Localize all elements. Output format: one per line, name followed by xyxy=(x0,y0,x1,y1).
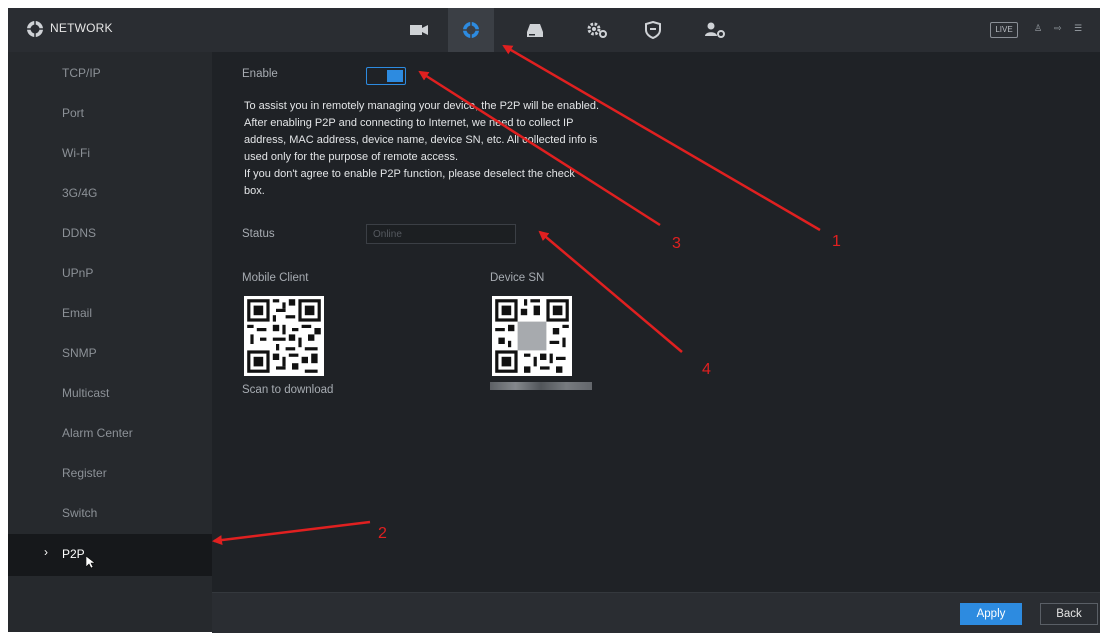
sidebar-item-label: 3G/4G xyxy=(62,186,98,200)
tab-settings[interactable] xyxy=(574,8,620,52)
sidebar-item-label: Email xyxy=(62,306,93,320)
sidebar-item-upnp[interactable]: UPnP xyxy=(8,254,212,294)
sidebar-item-email[interactable]: Email xyxy=(8,294,212,334)
device-sn-label: Device SN xyxy=(490,272,545,284)
top-bar: NETWORK LIVE ♙ ⇨ ☰ xyxy=(8,8,1100,52)
sidebar-item-label: DDNS xyxy=(62,226,97,240)
tab-camera[interactable] xyxy=(396,8,442,52)
enable-toggle[interactable] xyxy=(366,67,406,85)
description-line: address, MAC address, device name, devic… xyxy=(244,134,598,146)
sidebar-item-label: SNMP xyxy=(62,346,97,360)
description-line: To assist you in remotely managing your … xyxy=(244,100,600,112)
toggle-knob xyxy=(387,70,403,82)
sidebar-item-p2p[interactable]: › P2P xyxy=(8,534,212,576)
page-title: NETWORK xyxy=(50,21,113,35)
storage-icon xyxy=(527,24,543,37)
tab-network[interactable] xyxy=(448,8,494,52)
logout-icon[interactable]: ⇨ xyxy=(1054,23,1062,34)
tab-security[interactable] xyxy=(630,8,676,52)
sidebar-item-ddns[interactable]: DDNS xyxy=(8,214,212,254)
user-icon[interactable]: ♙ xyxy=(1034,23,1042,34)
sidebar-item-label: Switch xyxy=(62,506,98,520)
sidebar: TCP/IP Port Wi-Fi 3G/4G DDNS UPnP Email … xyxy=(8,52,212,632)
network-icon xyxy=(463,22,479,38)
sidebar-item-label: Wi-Fi xyxy=(62,146,90,160)
mouse-cursor-icon xyxy=(86,556,95,569)
p2p-description: To assist you in remotely managing your … xyxy=(244,98,664,200)
description-line: After enabling P2P and connecting to Int… xyxy=(244,117,574,129)
security-shield-icon xyxy=(645,21,661,39)
bottom-bar: Apply Back xyxy=(212,592,1100,633)
sidebar-item-label: P2P xyxy=(62,547,85,561)
sidebar-item-wifi[interactable]: Wi-Fi xyxy=(8,134,212,174)
app-window: NETWORK LIVE ♙ ⇨ ☰ TCP/IP Port Wi-Fi 3G/… xyxy=(8,8,1100,633)
sidebar-item-tcpip[interactable]: TCP/IP xyxy=(8,54,212,94)
tab-storage[interactable] xyxy=(512,8,558,52)
device-sn-value-blurred xyxy=(490,382,592,390)
chevron-right-icon: › xyxy=(44,545,48,559)
sidebar-item-alarm-center[interactable]: Alarm Center xyxy=(8,414,212,454)
account-icon xyxy=(705,22,725,38)
sidebar-item-label: Register xyxy=(62,466,107,480)
main-content: Enable To assist you in remotely managin… xyxy=(212,52,1100,592)
enable-label: Enable xyxy=(242,68,278,80)
mobile-client-qr-code xyxy=(244,296,324,376)
back-button[interactable]: Back xyxy=(1040,603,1098,625)
menu-icon[interactable]: ☰ xyxy=(1074,23,1082,34)
sidebar-item-switch[interactable]: Switch xyxy=(8,494,212,534)
camera-icon xyxy=(410,25,428,35)
status-label: Status xyxy=(242,228,275,240)
sidebar-item-port[interactable]: Port xyxy=(8,94,212,134)
scan-to-download-label: Scan to download xyxy=(242,384,334,396)
live-button[interactable]: LIVE xyxy=(990,22,1018,38)
sidebar-item-label: TCP/IP xyxy=(62,66,101,80)
mobile-client-label: Mobile Client xyxy=(242,272,309,284)
device-sn-qr-code xyxy=(492,296,572,376)
status-field: Online xyxy=(366,224,516,244)
tab-account[interactable] xyxy=(692,8,738,52)
description-line: If you don't agree to enable P2P functio… xyxy=(244,168,575,180)
description-line: box. xyxy=(244,185,265,197)
settings-icon xyxy=(587,22,607,38)
sidebar-item-register[interactable]: Register xyxy=(8,454,212,494)
sidebar-item-label: UPnP xyxy=(62,266,94,280)
sidebar-item-label: Multicast xyxy=(62,386,110,400)
sidebar-item-snmp[interactable]: SNMP xyxy=(8,334,212,374)
apply-button[interactable]: Apply xyxy=(960,603,1022,625)
network-logo-icon xyxy=(27,21,43,37)
sidebar-item-multicast[interactable]: Multicast xyxy=(8,374,212,414)
description-line: used only for the purpose of remote acce… xyxy=(244,151,459,163)
sidebar-item-label: Alarm Center xyxy=(62,426,133,440)
sidebar-item-label: Port xyxy=(62,106,85,120)
sidebar-item-3g4g[interactable]: 3G/4G xyxy=(8,174,212,214)
